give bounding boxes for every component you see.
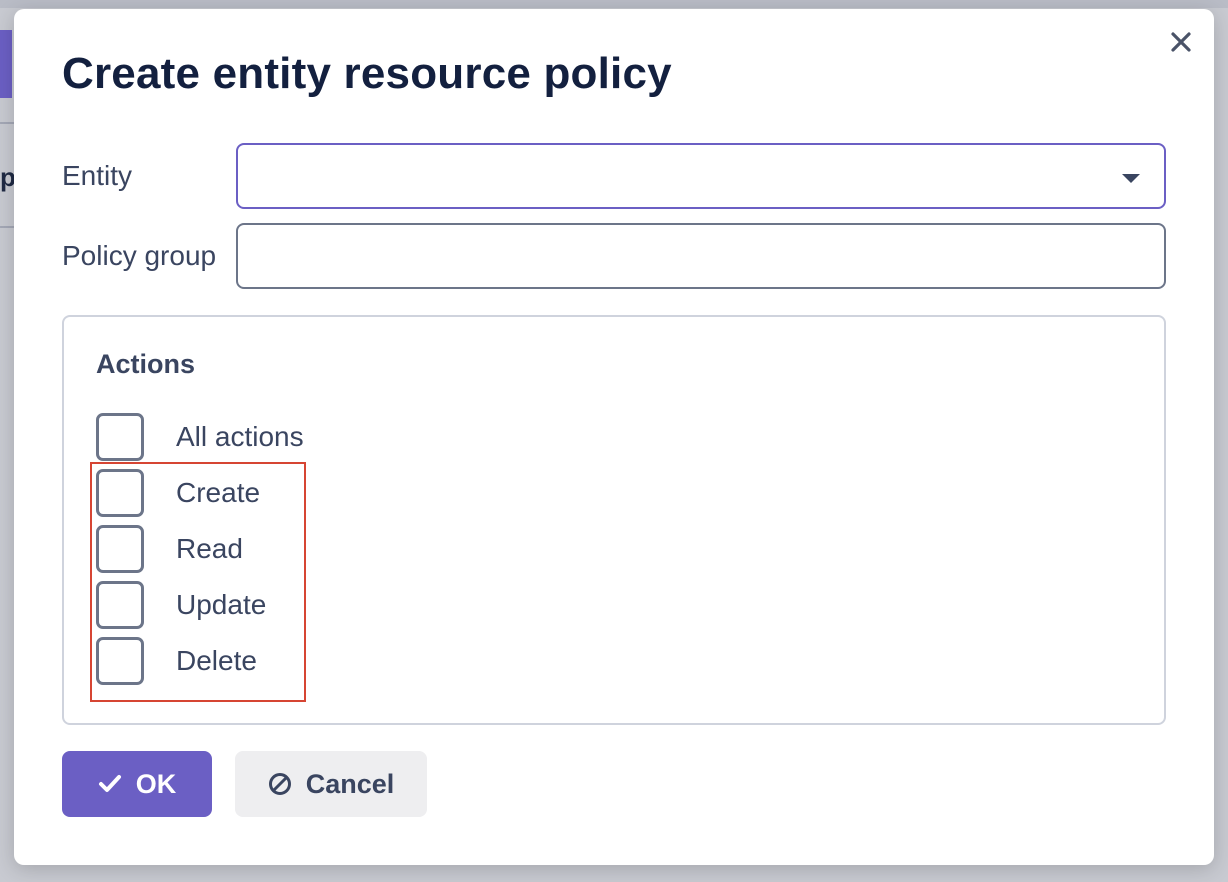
ok-label: OK <box>135 768 177 799</box>
chevron-down-icon <box>1122 174 1140 183</box>
background-accent-button <box>0 30 12 98</box>
checkbox-label: All actions <box>176 421 304 452</box>
entity-label: Entity <box>62 160 133 191</box>
create-policy-dialog: Create entity resource policy Entity Pol… <box>14 9 1214 865</box>
cancel-label: Cancel <box>305 768 395 799</box>
checkbox[interactable] <box>96 413 144 461</box>
background-divider <box>0 122 14 124</box>
policy-group-input[interactable] <box>236 223 1166 289</box>
ban-icon <box>268 772 292 796</box>
close-button[interactable] <box>1166 27 1196 57</box>
actions-title: Actions <box>96 349 196 379</box>
cancel-button[interactable]: Cancel <box>235 751 427 817</box>
dialog-title: Create entity resource policy <box>62 49 672 98</box>
highlight-annotation-box <box>90 462 306 702</box>
actions-group: Actions All actions Create Read Update D… <box>62 315 1166 725</box>
checkbox-all-actions[interactable]: All actions <box>96 413 304 461</box>
background-divider <box>0 226 14 228</box>
ok-button[interactable]: OK <box>62 751 212 817</box>
entity-select[interactable] <box>236 143 1166 209</box>
policy-group-label: Policy group <box>62 240 217 271</box>
close-icon <box>1171 32 1191 52</box>
background-top-bar <box>0 0 1228 8</box>
checkmark-icon <box>98 774 122 794</box>
